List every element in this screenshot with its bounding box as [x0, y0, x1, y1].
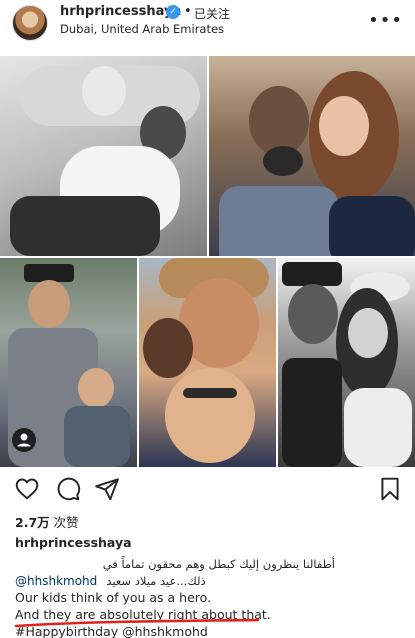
- photo-father-and-daughter: [209, 56, 415, 256]
- caption-mention[interactable]: @hhshkmohd: [15, 574, 97, 588]
- caption-username[interactable]: hrhprincesshaya: [15, 535, 132, 550]
- more-options-icon[interactable]: •••: [368, 10, 403, 31]
- red-underline-annotation: [14, 618, 260, 628]
- caption-english-line1: Our kids think of you as a hero.: [15, 590, 212, 605]
- profile-avatar[interactable]: [12, 5, 48, 41]
- separator-dot: •: [184, 4, 192, 19]
- photo-father-and-son-on-sofa: [0, 56, 207, 256]
- verified-badge-icon: ✓: [166, 5, 180, 19]
- photo-family-selfie: [139, 258, 276, 467]
- tagged-people-icon[interactable]: [12, 428, 36, 452]
- username[interactable]: hrhprincesshaya: [60, 4, 181, 19]
- post-image[interactable]: [0, 56, 415, 467]
- share-paper-plane-icon[interactable]: [94, 476, 120, 502]
- post-header: hrhprincesshaya ✓ • 已关注 Dubai, United Ar…: [0, 0, 415, 50]
- action-bar: [0, 470, 415, 510]
- follow-status-button[interactable]: 已关注: [194, 5, 230, 22]
- caption-arabic-line2: @hhshkmohd ذلك...عيد ميلاد سعيد: [15, 574, 206, 588]
- comment-icon[interactable]: [55, 476, 81, 502]
- likes-number: 2.7万: [15, 515, 50, 530]
- bookmark-icon[interactable]: [377, 476, 403, 502]
- likes-count[interactable]: 2.7万 次赞: [15, 512, 79, 531]
- like-heart-icon[interactable]: [14, 476, 40, 502]
- likes-label: 次赞: [53, 515, 79, 530]
- photo-kiss-on-forehead: [278, 258, 415, 467]
- location-link[interactable]: Dubai, United Arab Emirates: [60, 22, 224, 36]
